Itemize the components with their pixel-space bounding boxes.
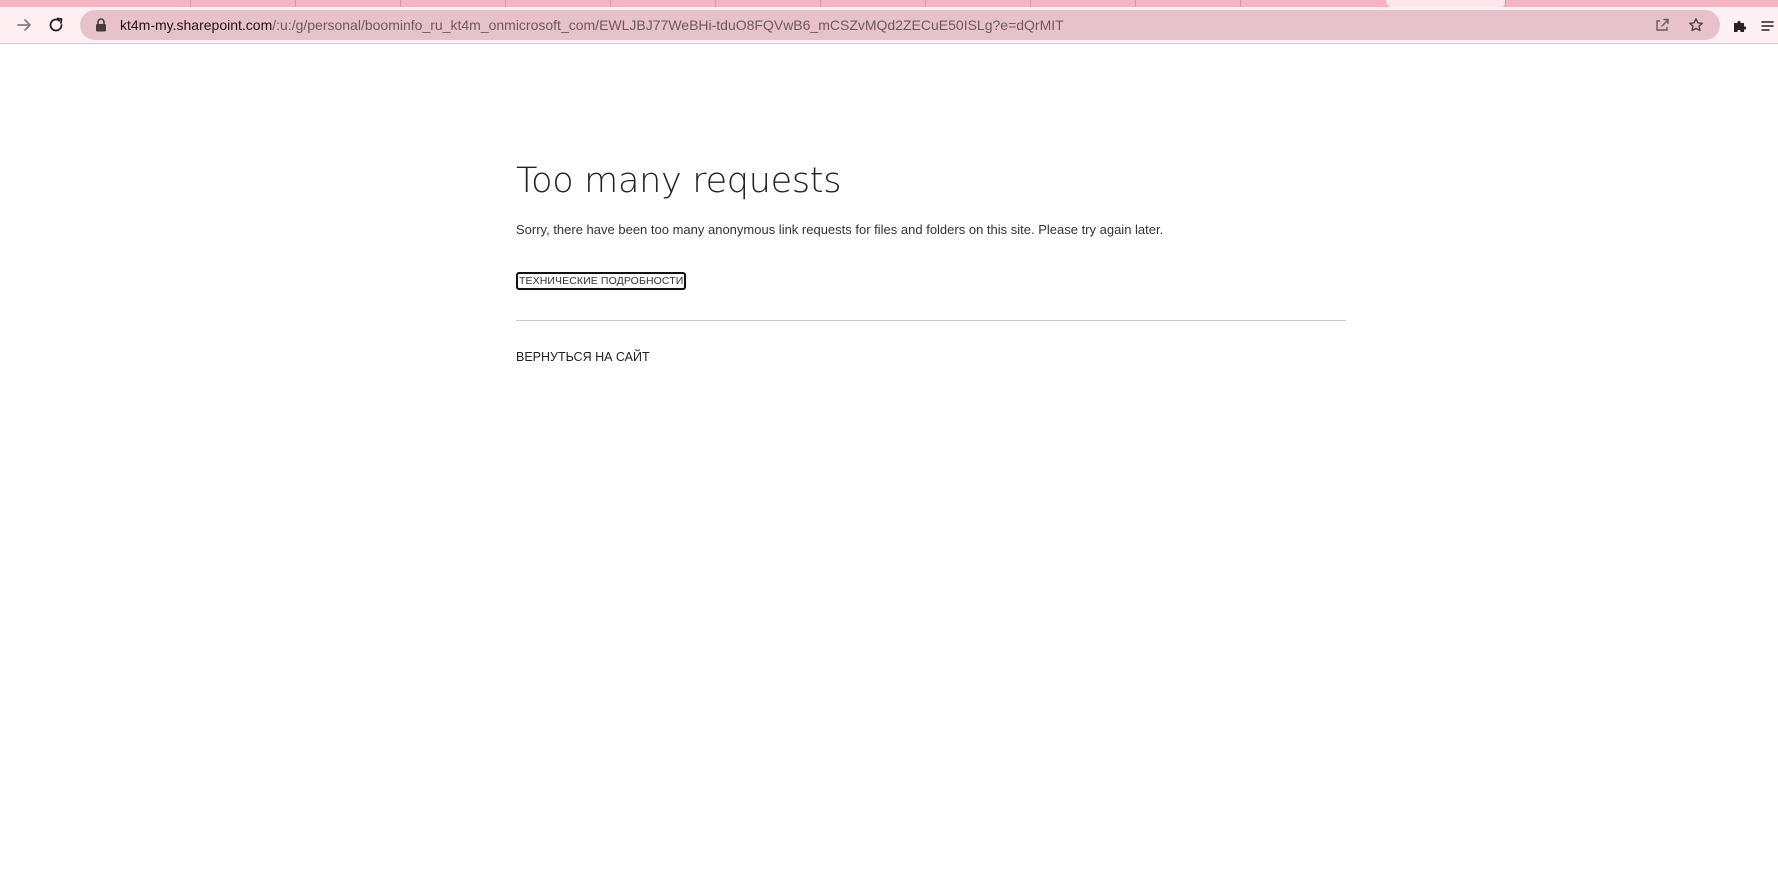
forward-button[interactable]: [10, 11, 38, 39]
tab-separator: [400, 0, 401, 7]
address-bar[interactable]: kt4m-my.sharepoint.com/:u:/g/personal/bo…: [80, 10, 1720, 40]
address-bar-actions: [1652, 15, 1706, 35]
tab-separator: [190, 0, 191, 7]
page-title: Too many requests: [516, 161, 842, 201]
share-icon: [1656, 18, 1669, 31]
tab-separator: [1135, 0, 1136, 7]
browser-toolbar: kt4m-my.sharepoint.com/:u:/g/personal/bo…: [0, 7, 1778, 44]
tab-strip: [0, 0, 1778, 7]
return-to-site-link[interactable]: ВЕРНУТЬСЯ НА САЙТ: [516, 350, 650, 364]
bookmark-button[interactable]: [1686, 15, 1706, 35]
error-message: Sorry, there have been too many anonymou…: [516, 222, 1164, 237]
tab-separator: [715, 0, 716, 7]
tab-separator: [1030, 0, 1031, 7]
url-host: kt4m-my.sharepoint.com: [120, 17, 273, 33]
lock-icon[interactable]: [92, 16, 110, 34]
tab-separator: [820, 0, 821, 7]
reload-icon: [49, 17, 63, 32]
tab-separator: [505, 0, 506, 7]
divider: [516, 320, 1346, 322]
tab-separator: [1505, 0, 1506, 7]
tab-separator: [295, 0, 296, 7]
technical-details-button[interactable]: ТЕХНИЧЕСКИЕ ПОДРОБНОСТИ: [516, 272, 687, 291]
extensions-button[interactable]: [1730, 16, 1750, 36]
url-path: /:u:/g/personal/boominfo_ru_kt4m_onmicro…: [272, 17, 1064, 33]
tab-separator: [610, 0, 611, 7]
reading-list-icon: [1761, 21, 1774, 31]
puzzle-icon: [1734, 20, 1747, 32]
url-text[interactable]: kt4m-my.sharepoint.com/:u:/g/personal/bo…: [120, 17, 1652, 33]
error-content: Too many requests Sorry, there have been…: [516, 160, 1346, 366]
reading-list-button[interactable]: [1758, 16, 1778, 36]
tab-separator: [1240, 0, 1241, 7]
star-icon: [1689, 18, 1703, 32]
arrow-right-icon: [17, 19, 31, 31]
reload-button[interactable]: [42, 11, 70, 39]
share-button[interactable]: [1652, 15, 1672, 35]
tab-separator: [925, 0, 926, 7]
active-tab[interactable]: [1386, 0, 1506, 7]
